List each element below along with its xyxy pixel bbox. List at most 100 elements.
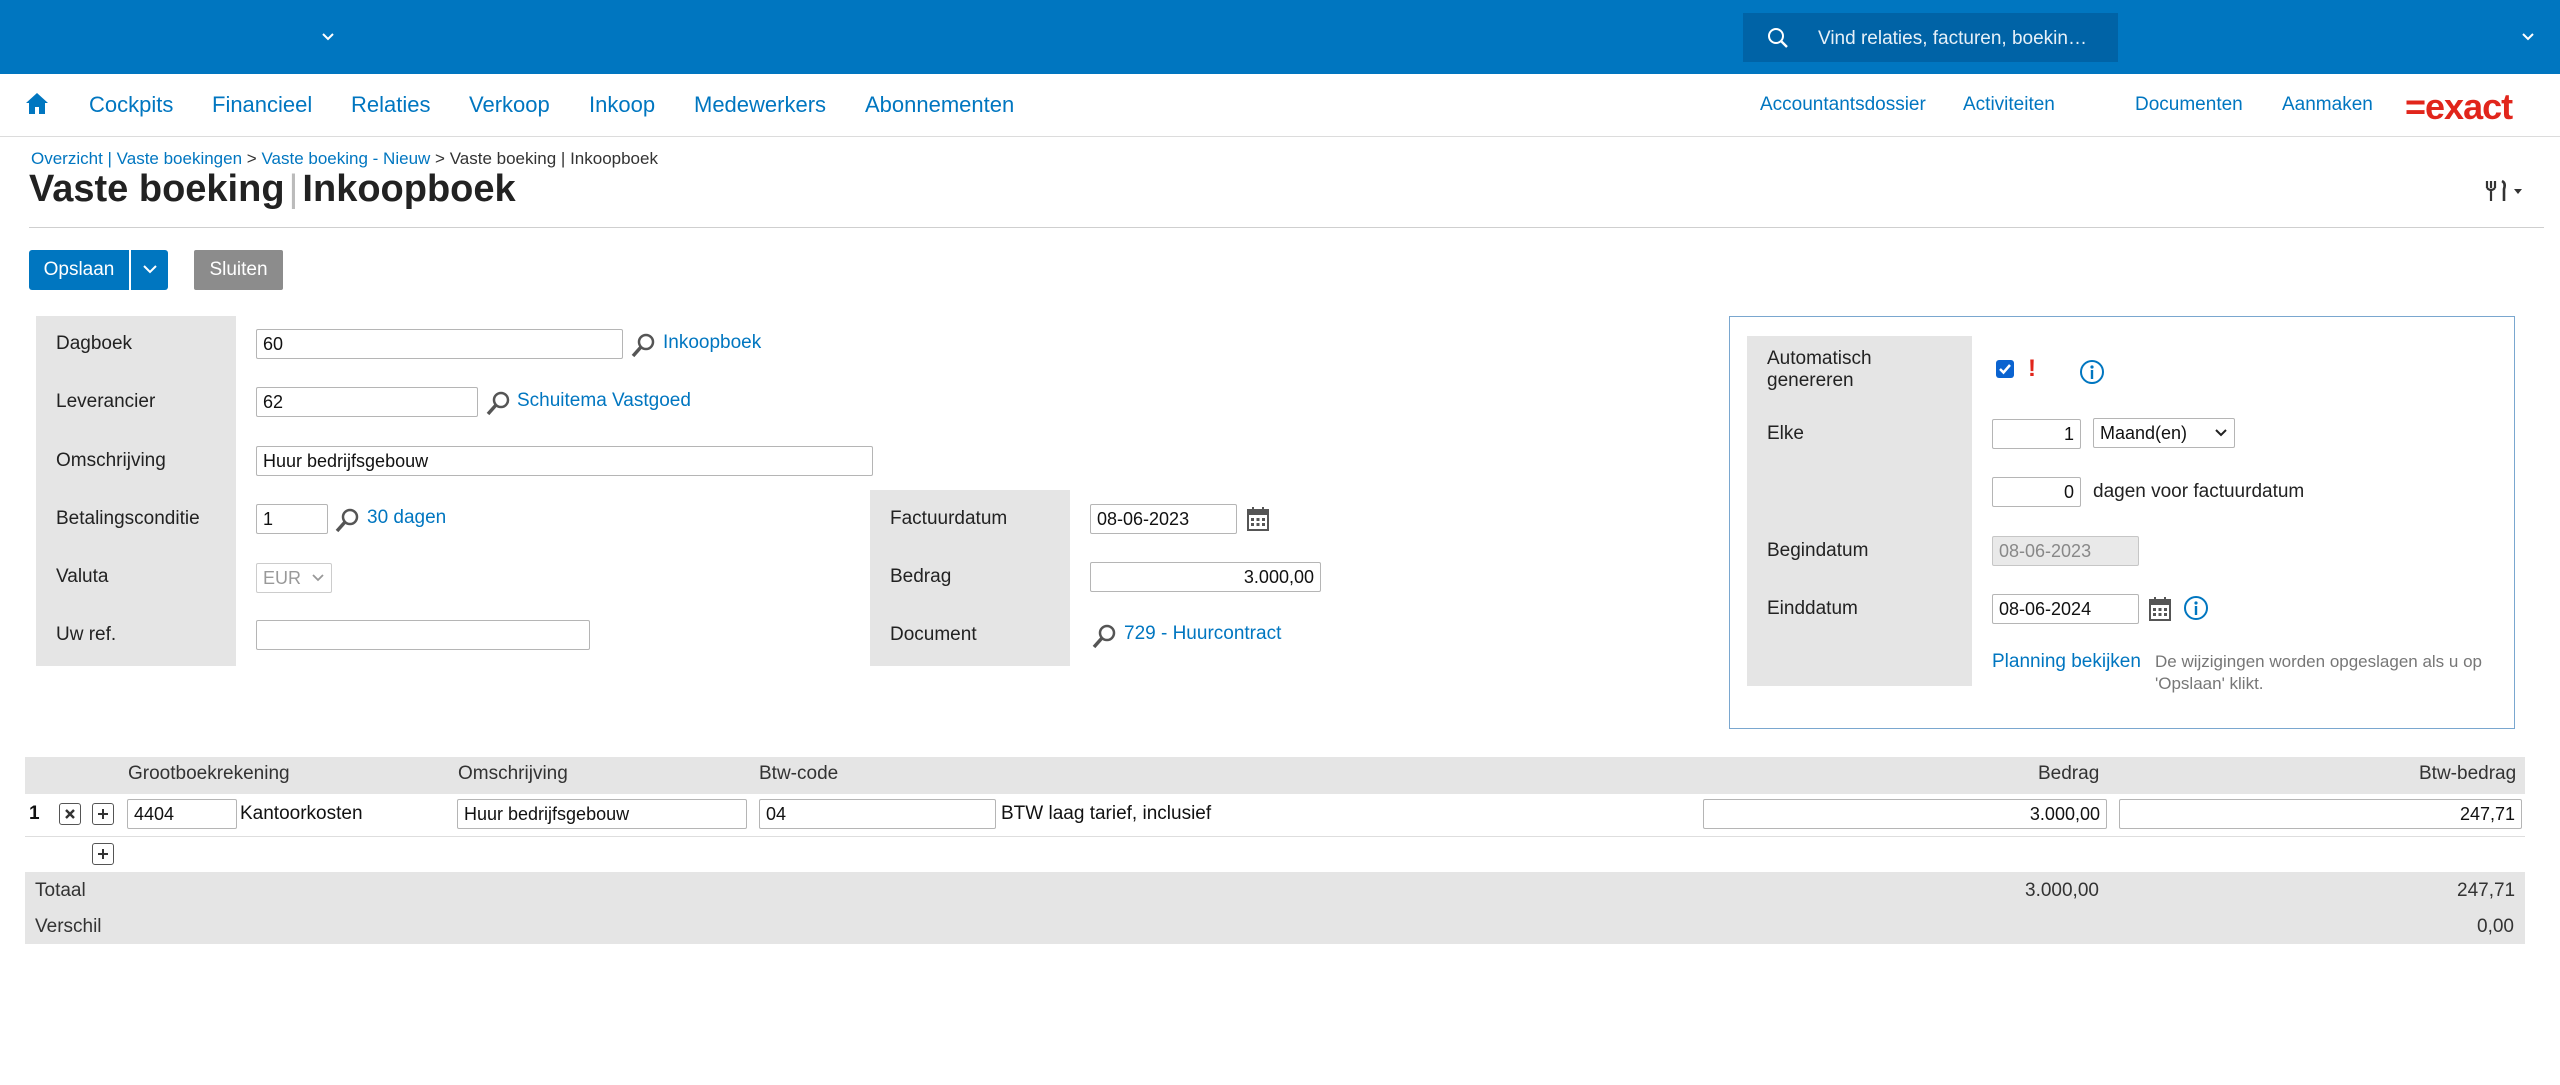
valuta-value: EUR (263, 568, 302, 588)
vat-code-description: BTW laag tarief, inclusief (1001, 803, 1212, 824)
planning-link[interactable]: Planning bekijken (1992, 651, 2141, 673)
nav-aanmaken[interactable]: Aanmaken (2282, 94, 2373, 116)
bedrag-input[interactable] (1090, 562, 1321, 592)
company-chevron-down-icon[interactable] (315, 24, 341, 50)
col-grootboek: Grootboekrekening (128, 763, 290, 784)
dagboek-link[interactable]: Inkoopboek (663, 332, 761, 354)
add-row-icon[interactable] (92, 843, 114, 865)
total-label: Totaal (35, 880, 86, 901)
leverancier-link[interactable]: Schuitema Vastgoed (517, 390, 691, 412)
dagboek-input[interactable] (256, 329, 623, 359)
nav-financieel[interactable]: Financieel (212, 92, 312, 118)
lookup-search-icon[interactable] (1091, 622, 1119, 656)
page-title: Vaste boeking | Inkoopboek (29, 168, 516, 211)
chevron-down-icon (142, 264, 157, 273)
insert-row-icon[interactable] (92, 803, 114, 825)
begindatum-input (1992, 536, 2139, 566)
lookup-search-icon[interactable] (630, 331, 658, 365)
days-before-input[interactable] (1992, 477, 2081, 507)
page-title-main: Vaste boeking (29, 168, 285, 210)
betalingsconditie-link[interactable]: 30 dagen (367, 507, 446, 529)
line-description-input[interactable] (457, 799, 747, 829)
betalingsconditie-label: Betalingsconditie (56, 508, 200, 529)
nav-medewerkers[interactable]: Medewerkers (694, 92, 826, 118)
row-number: 1 (29, 803, 40, 824)
close-button[interactable]: Sluiten (194, 250, 283, 290)
account-input[interactable] (127, 799, 237, 829)
user-chevron-down-icon[interactable] (2515, 24, 2541, 50)
days-before-text: dagen voor factuurdatum (2093, 481, 2305, 502)
nav-relaties[interactable]: Relaties (351, 92, 430, 118)
auto-generate-checkbox[interactable] (1995, 359, 2015, 385)
document-link[interactable]: 729 - Huurcontract (1124, 623, 1281, 645)
total-vat-amount: 247,71 (2457, 880, 2516, 901)
page-title-sub: Inkoopboek (302, 168, 516, 210)
difference-row (25, 908, 2525, 944)
search-input[interactable] (1816, 13, 2110, 64)
einddatum-label: Einddatum (1767, 598, 1858, 619)
home-icon[interactable] (24, 90, 50, 122)
warning-icon: ! (2028, 355, 2036, 382)
vat-code-input[interactable] (759, 799, 996, 829)
save-button[interactable]: Opslaan (29, 250, 129, 290)
elke-input[interactable] (1992, 419, 2081, 449)
lookup-search-icon[interactable] (485, 389, 513, 423)
valuta-select[interactable]: EUR (256, 563, 332, 593)
breadcrumb-separator: > (246, 149, 257, 168)
exact-logo[interactable]: =exact (2405, 86, 2513, 128)
save-options-button[interactable] (131, 250, 168, 290)
breadcrumb-vaste-boeking-nieuw[interactable]: Vaste boeking - Nieuw (261, 149, 430, 168)
calendar-icon[interactable] (1246, 506, 1270, 538)
calendar-icon[interactable] (2148, 596, 2172, 628)
info-icon[interactable] (2079, 359, 2105, 391)
total-row (25, 872, 2525, 908)
factuurdatum-input[interactable] (1090, 504, 1237, 534)
uw-ref-input[interactable] (256, 620, 590, 650)
main-nav: Cockpits Financieel Relaties Verkoop Ink… (0, 74, 2560, 137)
nav-verkoop[interactable]: Verkoop (469, 92, 550, 118)
top-bar (0, 0, 2560, 74)
line-amount-input[interactable] (1703, 799, 2107, 829)
nav-inkoop[interactable]: Inkoop (589, 92, 655, 118)
nav-accountantsdossier[interactable]: Accountantsdossier (1760, 94, 1926, 116)
nav-documenten[interactable]: Documenten (2135, 94, 2243, 116)
nav-cockpits[interactable]: Cockpits (89, 92, 173, 118)
lookup-search-icon[interactable] (334, 506, 362, 540)
leverancier-label: Leverancier (56, 391, 156, 412)
chevron-down-icon (312, 574, 324, 582)
auto-generate-label: Automatisch genereren (1767, 348, 1872, 392)
lines-table-header (25, 757, 2525, 794)
auto-generate-label-line2: genereren (1767, 370, 1854, 391)
nav-activiteiten[interactable]: Activiteiten (1963, 94, 2055, 116)
col-btwbedrag: Btw-bedrag (2419, 763, 2517, 784)
breadcrumb-overzicht[interactable]: Overzicht | Vaste boekingen (31, 149, 242, 168)
settings-tools-icon[interactable] (2482, 178, 2526, 210)
col-btwcode: Btw-code (759, 763, 839, 784)
global-search[interactable] (1743, 13, 2118, 64)
save-hint-line2: 'Opslaan' klikt. (2155, 674, 2264, 693)
valuta-label: Valuta (56, 566, 109, 587)
breadcrumb-current: Vaste boeking | Inkoopboek (449, 149, 658, 168)
betalingsconditie-input[interactable] (256, 504, 328, 534)
line-vat-amount-input[interactable] (2119, 799, 2522, 829)
row-divider (25, 836, 2525, 837)
omschrijving-label: Omschrijving (56, 450, 166, 471)
info-icon[interactable] (2183, 595, 2209, 627)
delete-row-icon[interactable] (59, 803, 81, 825)
search-icon (1765, 25, 1791, 57)
col-omschrijving: Omschrijving (458, 763, 568, 784)
title-divider (29, 227, 2544, 228)
bedrag-label: Bedrag (890, 566, 952, 587)
einddatum-input[interactable] (1992, 594, 2139, 624)
col-bedrag: Bedrag (2038, 763, 2100, 784)
leverancier-input[interactable] (256, 387, 478, 417)
auto-generate-label-line1: Automatisch (1767, 348, 1872, 369)
account-name: Kantoorkosten (240, 803, 363, 824)
page-title-separator: | (288, 168, 299, 210)
omschrijving-input[interactable] (256, 446, 873, 476)
begindatum-label: Begindatum (1767, 540, 1869, 561)
chevron-down-icon (2215, 429, 2227, 437)
period-select[interactable]: Maand(en) (2093, 418, 2235, 448)
save-hint: De wijzigingen worden opgeslagen als u o… (2155, 651, 2515, 695)
nav-abonnementen[interactable]: Abonnementen (865, 92, 1014, 118)
